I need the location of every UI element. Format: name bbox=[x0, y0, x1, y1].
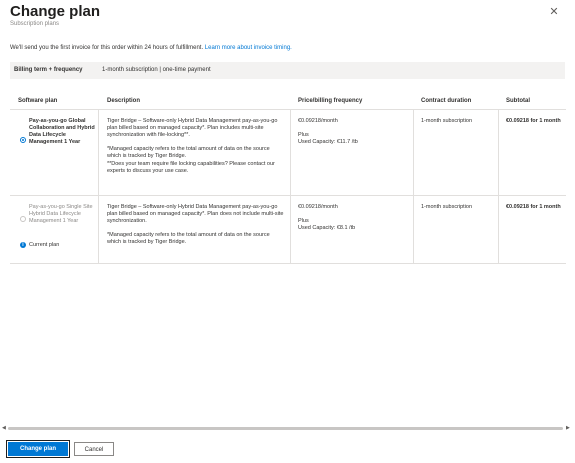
plan-radio-disabled bbox=[20, 216, 26, 222]
plan-description-footnote: *Managed capacity refers to the total am… bbox=[107, 146, 270, 159]
scroll-left-icon[interactable]: ◀ bbox=[2, 425, 6, 431]
invoice-timing-link[interactable]: Learn more about invoice timing. bbox=[205, 45, 292, 51]
header-software-plan: Software plan bbox=[18, 98, 58, 104]
plan-name: Pay-as-you-go Single Site Hybrid Data Li… bbox=[29, 204, 93, 224]
billing-term-bar: Billing term + frequency 1-month subscri… bbox=[10, 62, 565, 79]
row-divider bbox=[10, 263, 566, 264]
plan-duration: 1-month subscription bbox=[421, 118, 473, 124]
column-divider bbox=[498, 109, 499, 263]
header-description: Description bbox=[107, 98, 141, 104]
plan-used-capacity: Used Capacity: €8.1 /tb bbox=[298, 225, 356, 231]
invoice-note-text: We'll send you the first invoice for thi… bbox=[10, 45, 204, 51]
dialog-subtitle: Subscription plans bbox=[10, 21, 60, 27]
plan-price-plus: Plus bbox=[298, 218, 309, 224]
close-icon[interactable]: ✕ bbox=[547, 5, 561, 19]
scroll-right-icon[interactable]: ▶ bbox=[566, 425, 570, 431]
column-divider bbox=[98, 109, 99, 263]
plan-price: €0.09218/month bbox=[298, 204, 338, 210]
header-price: Price/billing frequency bbox=[298, 98, 363, 104]
row-divider bbox=[10, 195, 566, 196]
plan-subtotal: €0.09218 for 1 month bbox=[506, 118, 561, 124]
dialog-title: Change plan bbox=[10, 3, 101, 20]
change-plan-button[interactable]: Change plan bbox=[6, 440, 70, 458]
plan-description-footnote: **Does your team require file locking ca… bbox=[107, 161, 275, 174]
horizontal-scrollbar[interactable]: ◀ ▶ bbox=[2, 425, 570, 431]
scrollbar-thumb[interactable] bbox=[8, 427, 563, 430]
cancel-button[interactable]: Cancel bbox=[74, 442, 114, 456]
header-divider bbox=[10, 109, 566, 110]
current-plan-label: Current plan bbox=[29, 242, 60, 248]
plan-name: Pay-as-you-go Global Collaboration and H… bbox=[29, 118, 95, 145]
invoice-note: We'll send you the first invoice for thi… bbox=[10, 45, 292, 51]
column-divider bbox=[290, 109, 291, 263]
column-divider bbox=[413, 109, 414, 263]
header-contract-duration: Contract duration bbox=[421, 98, 472, 104]
plan-description-footnote: *Managed capacity refers to the total am… bbox=[107, 232, 270, 245]
plan-radio-selected[interactable] bbox=[20, 137, 26, 143]
plan-description: Tiger Bridge – Software-only Hybrid Data… bbox=[107, 204, 284, 224]
plan-used-capacity: Used Capacity: €11.7 /tb bbox=[298, 139, 358, 145]
plan-description: Tiger Bridge – Software-only Hybrid Data… bbox=[107, 118, 278, 138]
billing-term-label: Billing term + frequency bbox=[14, 67, 83, 73]
billing-term-value: 1-month subscription | one-time payment bbox=[102, 67, 211, 73]
info-icon: i bbox=[20, 242, 26, 248]
plan-price: €0.09218/month bbox=[298, 118, 338, 124]
header-subtotal: Subtotal bbox=[506, 98, 530, 104]
plan-duration: 1-month subscription bbox=[421, 204, 473, 210]
plan-subtotal: €0.09218 for 1 month bbox=[506, 204, 561, 210]
plan-price-plus: Plus bbox=[298, 132, 309, 138]
